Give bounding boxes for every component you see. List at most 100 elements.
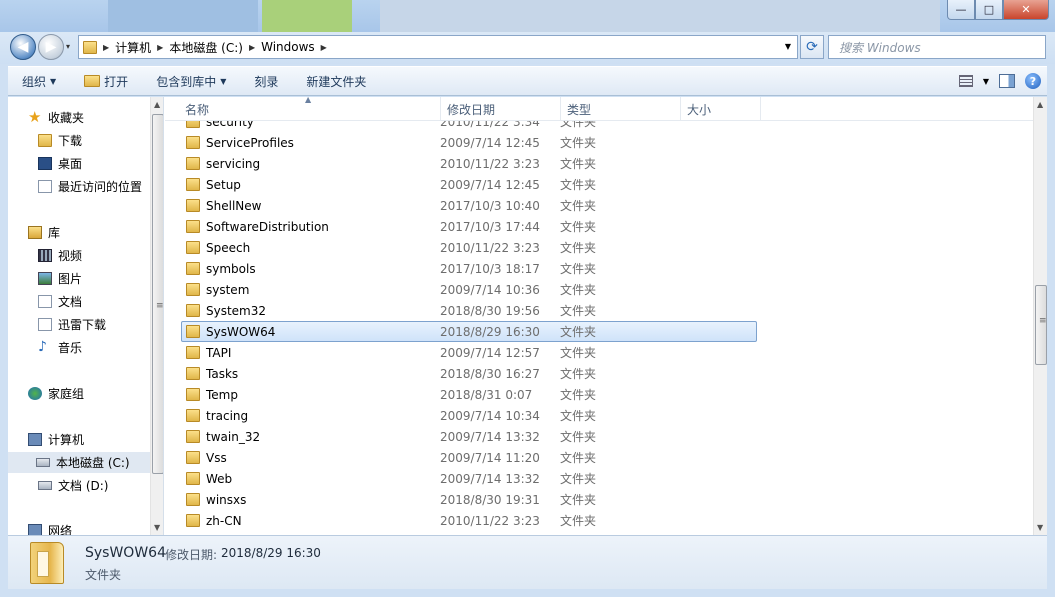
sidebar-item-libraries[interactable]: 库 xyxy=(28,222,60,243)
folder-icon xyxy=(186,430,200,443)
file-type: 文件夹 xyxy=(560,514,597,528)
column-header-size[interactable]: 大小 xyxy=(681,97,761,121)
table-row[interactable]: zh-CN 2010/11/22 3:23 文件夹 xyxy=(181,510,757,531)
table-row[interactable]: symbols 2017/10/3 18:17 文件夹 xyxy=(181,258,757,279)
view-options-icon[interactable] xyxy=(958,75,973,87)
details-pane: SysWOW64 修改日期: 2018/8/29 16:30 文件夹 xyxy=(8,535,1047,589)
table-row[interactable]: Setup 2009/7/14 12:45 文件夹 xyxy=(181,174,757,195)
table-row[interactable]: Temp 2018/8/31 0:07 文件夹 xyxy=(181,384,757,405)
folder-icon xyxy=(186,493,200,506)
sidebar-item-videos[interactable]: 视频 xyxy=(38,245,82,266)
table-row[interactable]: SoftwareDistribution 2017/10/3 17:44 文件夹 xyxy=(181,216,757,237)
hard-drive-icon xyxy=(36,458,50,467)
navigation-scrollbar[interactable]: ▲ ≡ ▼ xyxy=(150,97,163,535)
refresh-button[interactable]: ⟳ xyxy=(800,35,824,59)
breadcrumb-arrow-icon[interactable]: ▶ xyxy=(101,43,111,52)
sidebar-item-pictures[interactable]: 图片 xyxy=(38,268,82,289)
burn-label: 刻录 xyxy=(254,74,279,89)
scroll-up-icon[interactable]: ▲ xyxy=(154,100,160,109)
file-type: 文件夹 xyxy=(560,241,597,255)
sidebar-item-favorites[interactable]: ★ 收藏夹 xyxy=(28,107,84,128)
breadcrumb-arrow-icon[interactable]: ▶ xyxy=(247,43,257,52)
table-row[interactable]: ServiceProfiles 2009/7/14 12:45 文件夹 xyxy=(181,132,757,153)
close-button[interactable]: ✕ xyxy=(1003,0,1049,20)
table-row[interactable]: tracing 2009/7/14 10:34 文件夹 xyxy=(181,405,757,426)
picture-icon xyxy=(38,272,52,285)
sidebar-item-network[interactable]: 网络 xyxy=(28,520,72,535)
file-list: security 2010/11/22 3:34 文件夹 ServiceProfile… xyxy=(165,97,1033,535)
burn-button[interactable]: 刻录 xyxy=(240,73,292,90)
file-date: 2018/8/30 19:56 xyxy=(440,303,540,318)
file-name: Tasks xyxy=(206,366,239,381)
file-name: Web xyxy=(206,471,233,486)
scroll-down-icon[interactable]: ▼ xyxy=(154,523,160,532)
breadcrumb-windows[interactable]: Windows xyxy=(257,40,319,54)
address-bar[interactable]: ▶ 计算机 ▶ 本地磁盘 (C:) ▶ Windows ▶ ▼ xyxy=(78,35,798,59)
open-button[interactable]: 打开 xyxy=(70,73,142,90)
table-row[interactable]: Tasks 2018/8/30 16:27 文件夹 xyxy=(181,363,757,384)
scroll-up-icon[interactable]: ▲ xyxy=(1037,100,1043,109)
new-folder-button[interactable]: 新建文件夹 xyxy=(292,73,380,90)
folder-icon xyxy=(186,304,200,317)
file-list-scrollbar[interactable]: ▲ ≡ ▼ xyxy=(1033,97,1047,535)
sidebar-item-xunlei[interactable]: 迅雷下载 xyxy=(38,314,106,335)
table-row[interactable]: TAPI 2009/7/14 12:57 文件夹 xyxy=(181,342,757,363)
sidebar-item-label: 文档 xyxy=(58,295,83,309)
table-row[interactable]: winsxs 2018/8/30 19:31 文件夹 xyxy=(181,489,757,510)
column-header-name[interactable]: ▲ 名称 xyxy=(165,97,441,121)
table-row[interactable]: ShellNew 2017/10/3 10:40 文件夹 xyxy=(181,195,757,216)
grip-icon: ≡ xyxy=(1039,316,1047,326)
sort-ascending-icon: ▲ xyxy=(305,97,312,104)
address-dropdown-icon[interactable]: ▼ xyxy=(785,42,791,51)
file-name: symbols xyxy=(206,261,256,276)
maximize-button[interactable]: □ xyxy=(975,0,1003,20)
sidebar-item-homegroup[interactable]: 家庭组 xyxy=(28,383,84,404)
include-in-library-menu[interactable]: 包含到库中 ▼ xyxy=(142,73,240,90)
table-row[interactable]: System32 2018/8/30 19:56 文件夹 xyxy=(181,300,757,321)
help-icon[interactable]: ? xyxy=(1025,73,1041,89)
column-header-date[interactable]: 修改日期 xyxy=(441,97,561,121)
breadcrumb-arrow-icon[interactable]: ▶ xyxy=(319,43,329,52)
file-type: 文件夹 xyxy=(560,409,597,423)
organize-menu[interactable]: 组织 ▼ xyxy=(8,73,70,90)
minimize-button[interactable]: — xyxy=(947,0,975,20)
document-icon xyxy=(38,295,52,308)
breadcrumb-drive-c[interactable]: 本地磁盘 (C:) xyxy=(165,39,247,56)
table-row[interactable]: SysWOW64 2018/8/29 16:30 文件夹 xyxy=(181,321,757,342)
scrollbar-thumb[interactable]: ≡ xyxy=(152,114,163,474)
sidebar-item-music[interactable]: ♪ 音乐 xyxy=(38,337,82,358)
sidebar-item-computer[interactable]: 计算机 xyxy=(28,429,84,450)
table-row[interactable]: Web 2009/7/14 13:32 文件夹 xyxy=(181,468,757,489)
window-frame-right xyxy=(1047,64,1055,597)
table-row[interactable]: twain_32 2009/7/14 13:32 文件夹 xyxy=(181,426,757,447)
details-date-label: 修改日期: xyxy=(165,548,218,562)
breadcrumb-arrow-icon[interactable]: ▶ xyxy=(155,43,165,52)
folder-icon xyxy=(186,346,200,359)
folder-icon xyxy=(186,157,200,170)
search-input[interactable]: 搜索 Windows xyxy=(828,35,1046,59)
history-dropdown-icon[interactable]: ▾ xyxy=(66,42,70,51)
file-date: 2010/11/22 3:23 xyxy=(440,240,540,255)
table-row[interactable]: system 2009/7/14 10:36 文件夹 xyxy=(181,279,757,300)
table-row[interactable]: Vss 2009/7/14 11:20 文件夹 xyxy=(181,447,757,468)
sidebar-item-drive-c[interactable]: 本地磁盘 (C:) xyxy=(8,452,150,473)
table-row[interactable]: Speech 2010/11/22 3:23 文件夹 xyxy=(181,237,757,258)
back-button[interactable]: ◀ xyxy=(10,34,36,60)
scrollbar-thumb[interactable]: ≡ xyxy=(1035,285,1047,365)
breadcrumb-computer[interactable]: 计算机 xyxy=(111,39,155,56)
forward-button[interactable]: ▶ xyxy=(38,34,64,60)
file-name: winsxs xyxy=(206,492,247,507)
file-date: 2010/11/22 3:23 xyxy=(440,513,540,528)
table-row[interactable]: servicing 2010/11/22 3:23 文件夹 xyxy=(181,153,757,174)
scroll-down-icon[interactable]: ▼ xyxy=(1037,523,1043,532)
file-date: 2017/10/3 17:44 xyxy=(440,219,540,234)
file-date: 2009/7/14 13:32 xyxy=(440,471,540,486)
sidebar-item-desktop[interactable]: 桌面 xyxy=(38,153,82,174)
chevron-down-icon[interactable]: ▼ xyxy=(983,77,989,86)
sidebar-item-recent[interactable]: 最近访问的位置 xyxy=(38,176,142,197)
sidebar-item-downloads[interactable]: 下载 xyxy=(38,130,82,151)
sidebar-item-drive-d[interactable]: 文档 (D:) xyxy=(38,475,108,496)
sidebar-item-documents[interactable]: 文档 xyxy=(38,291,82,312)
column-header-type[interactable]: 类型 xyxy=(561,97,681,121)
preview-pane-icon[interactable] xyxy=(999,74,1015,88)
